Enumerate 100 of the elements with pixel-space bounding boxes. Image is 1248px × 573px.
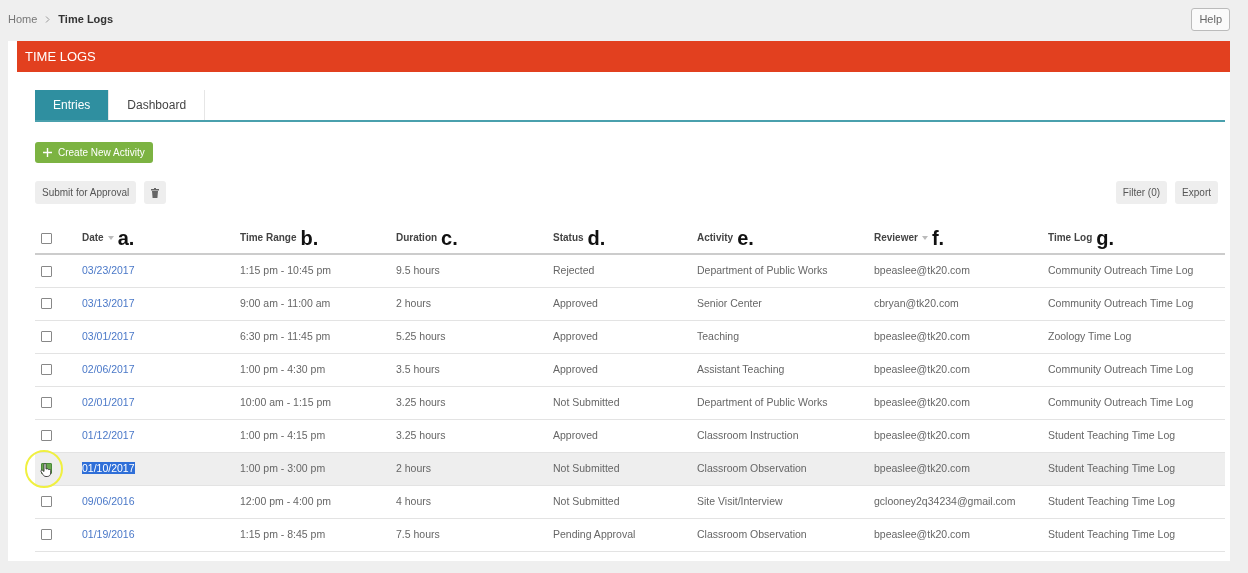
table-cell: Assistant Teaching bbox=[697, 362, 785, 375]
table-cell: 7.5 hours bbox=[396, 527, 440, 540]
annotation-label: f. bbox=[931, 227, 945, 248]
table-cell: Community Outreach Time Log bbox=[1048, 263, 1194, 276]
table-cell: bpeaslee@tk20.com bbox=[874, 395, 970, 408]
annotation-label: b. bbox=[300, 227, 319, 248]
table-cell: Approved bbox=[553, 428, 598, 441]
table-cell: bpeaslee@tk20.com bbox=[874, 263, 970, 276]
table-cell: gclooney2q34234@gmail.com bbox=[874, 494, 1016, 507]
date-link[interactable]: 02/06/2017 bbox=[82, 362, 135, 375]
column-header[interactable]: Reviewer bbox=[874, 230, 918, 245]
table-cell: Rejected bbox=[553, 263, 595, 276]
date-link[interactable]: 01/12/2017 bbox=[82, 428, 135, 441]
date-link[interactable]: 03/01/2017 bbox=[82, 329, 135, 342]
column-header[interactable]: Time Log bbox=[1048, 230, 1093, 245]
table-cell: 1:15 pm - 10:45 pm bbox=[240, 263, 332, 276]
delete-button[interactable] bbox=[144, 181, 167, 204]
table-cell: Community Outreach Time Log bbox=[1048, 362, 1194, 375]
annotation-label: d. bbox=[587, 227, 606, 248]
table-cell: 1:00 pm - 3:00 pm bbox=[240, 461, 326, 474]
table-cell: Site Visit/Interview bbox=[697, 494, 783, 507]
column-header[interactable]: Time Range bbox=[240, 230, 297, 245]
table-cell: 1:00 pm - 4:30 pm bbox=[240, 362, 326, 375]
table-cell: Department of Public Works bbox=[697, 263, 828, 276]
row-checkbox[interactable] bbox=[41, 430, 52, 442]
table-cell: Not Submitted bbox=[553, 395, 620, 408]
table-cell: 3.25 hours bbox=[396, 395, 446, 408]
table-cell: 1:15 pm - 8:45 pm bbox=[240, 527, 326, 540]
date-link[interactable]: 01/19/2016 bbox=[82, 527, 135, 540]
table-cell: Pending Approval bbox=[553, 527, 636, 540]
plus-icon bbox=[43, 148, 52, 157]
table-cell: Student Teaching Time Log bbox=[1048, 494, 1176, 507]
table-cell: 10:00 am - 1:15 pm bbox=[240, 395, 332, 408]
date-link[interactable]: 03/23/2017 bbox=[82, 263, 135, 276]
hand-cursor-icon bbox=[40, 462, 52, 477]
table-cell: 9:00 am - 11:00 am bbox=[240, 296, 331, 309]
sort-icon[interactable] bbox=[921, 235, 928, 240]
table-cell: bpeaslee@tk20.com bbox=[874, 362, 970, 375]
table-cell: 5.25 hours bbox=[396, 329, 446, 342]
row-checkbox[interactable] bbox=[41, 265, 52, 277]
table-cell: bpeaslee@tk20.com bbox=[874, 428, 970, 441]
table-cell: 2 hours bbox=[396, 296, 432, 309]
trash-icon bbox=[151, 188, 160, 199]
annotation-label: a. bbox=[117, 227, 135, 248]
table-cell: Classroom Observation bbox=[697, 527, 807, 540]
row-checkbox[interactable] bbox=[41, 496, 52, 508]
table-cell: 3.25 hours bbox=[396, 428, 446, 441]
date-link[interactable]: 03/13/2017 bbox=[82, 296, 135, 309]
panel-header: TIME LOGS bbox=[17, 40, 1230, 72]
column-header[interactable]: Status bbox=[553, 230, 584, 245]
table-cell: bpeaslee@tk20.com bbox=[874, 461, 970, 474]
table-cell: 1:00 pm - 4:15 pm bbox=[240, 428, 326, 441]
table-cell: bpeaslee@tk20.com bbox=[874, 527, 970, 540]
chevron-icon bbox=[45, 15, 51, 23]
table-cell: Approved bbox=[553, 329, 598, 342]
table-cell: Approved bbox=[553, 362, 598, 375]
sort-icon[interactable] bbox=[107, 235, 114, 240]
table-cell: Classroom Observation bbox=[697, 461, 807, 474]
table-cell: Teaching bbox=[697, 329, 740, 342]
date-link[interactable]: 02/01/2017 bbox=[82, 395, 135, 408]
breadcrumb-current: Time Logs bbox=[58, 12, 114, 27]
table-cell: Approved bbox=[553, 296, 598, 309]
column-header[interactable]: Activity bbox=[697, 230, 734, 245]
row-checkbox[interactable] bbox=[41, 364, 52, 376]
table-cell: bpeaslee@tk20.com bbox=[874, 329, 970, 342]
table-cell: Student Teaching Time Log bbox=[1048, 527, 1176, 540]
table-cell: Student Teaching Time Log bbox=[1048, 461, 1176, 474]
table-cell: 12:00 pm - 4:00 pm bbox=[240, 494, 332, 507]
export-button[interactable]: Export bbox=[1175, 181, 1218, 204]
table-cell: Senior Center bbox=[697, 296, 762, 309]
table-cell: Not Submitted bbox=[553, 461, 620, 474]
annotation-label: e. bbox=[737, 227, 754, 248]
table-cell: cbryan@tk20.com bbox=[874, 296, 959, 309]
row-checkbox[interactable] bbox=[41, 529, 52, 541]
table-cell: 3.5 hours bbox=[396, 362, 440, 375]
annotation-label: g. bbox=[1096, 227, 1115, 248]
table-cell: Department of Public Works bbox=[697, 395, 828, 408]
date-link[interactable]: 09/06/2016 bbox=[82, 494, 135, 507]
column-header[interactable]: Date bbox=[82, 230, 104, 245]
breadcrumb-link[interactable]: Home bbox=[8, 11, 38, 28]
table-cell: 6:30 pm - 11:45 pm bbox=[240, 329, 331, 342]
table-cell: 9.5 hours bbox=[396, 263, 440, 276]
annotation-label: c. bbox=[441, 227, 458, 248]
table-cell: Zoology Time Log bbox=[1048, 329, 1132, 342]
select-all-checkbox[interactable] bbox=[41, 232, 52, 244]
table-cell: Community Outreach Time Log bbox=[1048, 395, 1194, 408]
filter-button[interactable]: Filter (0) bbox=[1115, 181, 1168, 204]
tab[interactable]: Entries bbox=[35, 90, 110, 120]
submit-approval-button[interactable]: Submit for Approval bbox=[35, 181, 137, 204]
table-cell: 2 hours bbox=[396, 461, 432, 474]
row-checkbox[interactable] bbox=[41, 298, 52, 310]
table-cell: Classroom Instruction bbox=[697, 428, 799, 441]
date-link[interactable]: 01/10/2017 bbox=[82, 461, 135, 474]
table-cell: Student Teaching Time Log bbox=[1048, 428, 1176, 441]
row-checkbox[interactable] bbox=[41, 397, 52, 409]
table-cell: Not Submitted bbox=[553, 494, 620, 507]
help-button[interactable]: Help bbox=[1191, 8, 1230, 31]
row-checkbox[interactable] bbox=[41, 331, 52, 343]
column-header[interactable]: Duration bbox=[396, 230, 438, 245]
table-cell: Community Outreach Time Log bbox=[1048, 296, 1194, 309]
